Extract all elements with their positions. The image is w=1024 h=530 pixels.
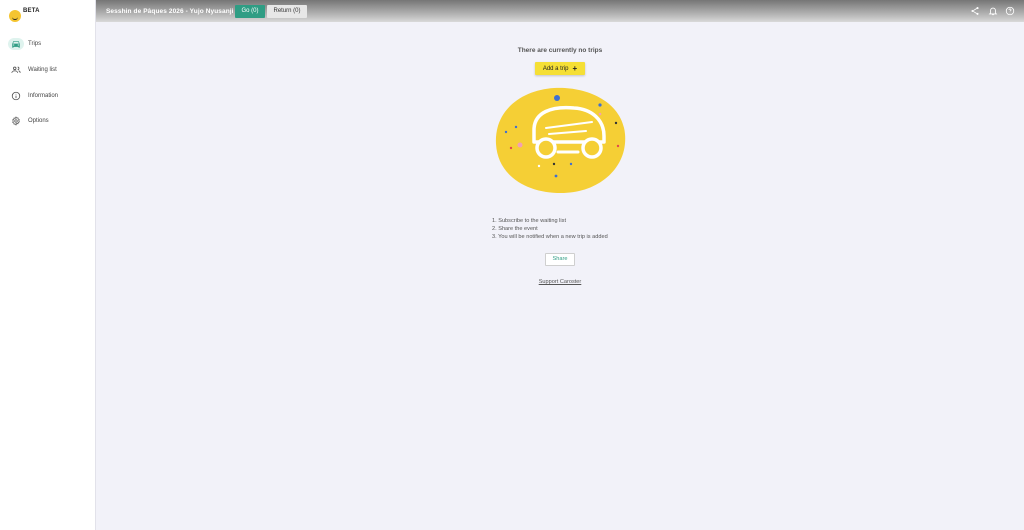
sidebar-item-label: Waiting list [28, 67, 57, 73]
empty-state-title: There are currently no trips [517, 47, 603, 54]
help-icon[interactable] [1005, 6, 1015, 16]
share-button[interactable]: Share [545, 253, 575, 266]
tab-return[interactable]: Return (0) [267, 5, 307, 18]
sidebar: BETA Trips Waiting list Information Opti… [0, 0, 96, 530]
main-content: There are currently no trips Add a trip … [96, 22, 1024, 530]
sidebar-item-label: Information [28, 93, 59, 99]
car-icon [8, 38, 24, 50]
support-link[interactable]: Support Caroster [96, 279, 1024, 285]
caroster-logo[interactable]: BETA [9, 8, 40, 24]
empty-car-illustration [495, 87, 626, 194]
gear-icon [8, 115, 24, 127]
sidebar-item-information[interactable]: Information [0, 87, 96, 105]
top-bar: Sesshin de Pâques 2026 - Yujo Nyusanji G… [96, 0, 1024, 22]
list-item: 2. Share the event [492, 226, 538, 232]
beta-badge: BETA [23, 8, 40, 14]
info-icon [8, 90, 24, 102]
sidebar-item-waiting-list[interactable]: Waiting list [0, 61, 96, 79]
logo-mark-icon [9, 10, 21, 22]
event-title: Sesshin de Pâques 2026 - Yujo Nyusanji [106, 8, 234, 15]
sidebar-item-trips[interactable]: Trips [0, 35, 96, 53]
tab-go[interactable]: Go (0) [235, 5, 265, 18]
bell-icon[interactable] [988, 6, 998, 16]
steps-list: 1. Subscribe to the waiting list 2. Shar… [492, 217, 608, 241]
people-icon [8, 64, 24, 76]
list-item: 1. Subscribe to the waiting list [492, 218, 566, 224]
share-icon[interactable] [970, 6, 980, 16]
sidebar-item-label: Trips [28, 41, 42, 47]
sidebar-item-label: Options [28, 118, 49, 124]
sidebar-item-options[interactable]: Options [0, 112, 96, 130]
list-item: 3. You will be notified when a new trip … [492, 234, 608, 240]
add-trip-label: Add a trip [542, 65, 569, 72]
plus-icon: + [572, 63, 578, 73]
add-trip-button[interactable]: Add a trip + [535, 62, 585, 75]
